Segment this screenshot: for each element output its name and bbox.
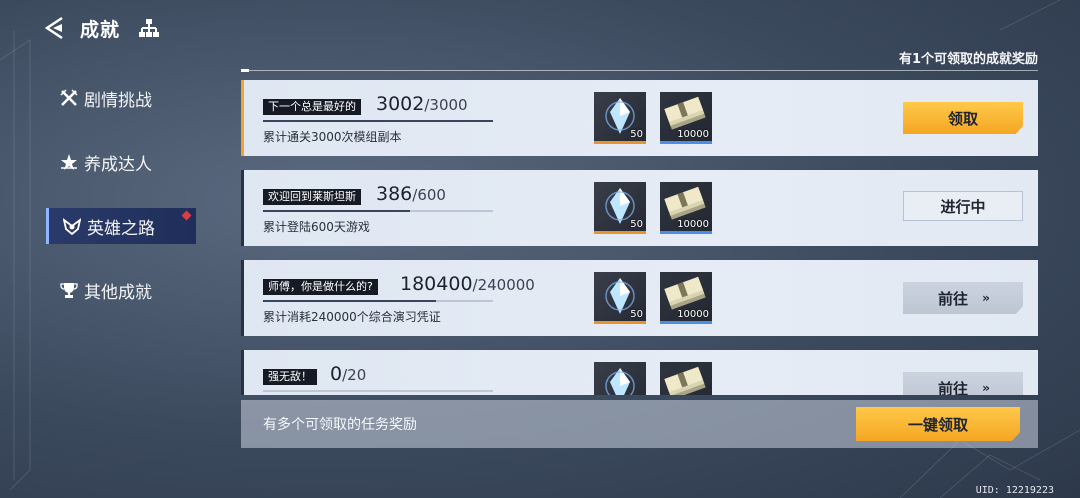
reward-count: 50 xyxy=(630,129,643,140)
achievement-title: 师傅，你是做什么的? xyxy=(263,279,378,295)
trophy-icon xyxy=(60,281,78,299)
achievement-progress: 180400/240000 xyxy=(400,273,535,295)
sidebar-item-label: 英雄之路 xyxy=(87,218,155,239)
star-rank-icon xyxy=(60,153,78,171)
reward-crystal-item[interactable]: 50 xyxy=(594,272,646,324)
reward-crystal-item[interactable] xyxy=(594,362,646,395)
notification-dot xyxy=(181,210,192,221)
achievement-card: 师傅，你是做什么的? 180400/240000 累计消耗240000个综合演习… xyxy=(241,260,1038,336)
sidebar-item-label: 剧情挑战 xyxy=(84,90,152,111)
progress-total: /240000 xyxy=(472,276,535,294)
achievement-progress: 0/20 xyxy=(330,363,366,385)
achievement-progress: 386/600 xyxy=(376,183,446,205)
go-to-button[interactable]: 前往 ›› xyxy=(903,282,1023,314)
progress-bar xyxy=(263,120,493,122)
progress-bar-fill xyxy=(263,120,493,122)
back-icon[interactable] xyxy=(42,15,68,41)
achievement-title: 欢迎回到莱斯坦斯 xyxy=(263,189,361,205)
hero-emblem-icon xyxy=(63,217,81,235)
reward-currency-item[interactable]: 10000 xyxy=(660,272,712,324)
reward-currency-item[interactable] xyxy=(660,362,712,395)
achievement-title: 强无敌！ xyxy=(263,369,317,385)
reward-count: 50 xyxy=(630,219,643,230)
achievement-card: 强无敌！ 0/20 前往 ›› xyxy=(241,350,1038,395)
achievement-title: 下一个总是最好的 xyxy=(263,99,361,115)
claim-button[interactable]: 领取 xyxy=(903,102,1023,134)
progress-total: /600 xyxy=(412,186,446,204)
chevron-right-icon: ›› xyxy=(982,291,990,305)
achievement-progress: 3002/3000 xyxy=(376,93,468,115)
progress-bar-fill xyxy=(263,300,436,302)
achievement-card: 欢迎回到莱斯坦斯 386/600 累计登陆600天游戏 50 10000 进行中 xyxy=(241,170,1038,246)
progress-current: 386 xyxy=(376,183,413,205)
go-to-button[interactable]: 前往 ›› xyxy=(903,372,1023,395)
achievement-tree-icon[interactable] xyxy=(138,17,160,39)
reward-currency-item[interactable]: 10000 xyxy=(660,182,712,234)
top-bar: 成就 xyxy=(42,12,160,44)
sidebar-item-label: 其他成就 xyxy=(84,282,152,303)
progress-current: 180400 xyxy=(400,273,473,295)
achievement-description: 累计通关3000次模组副本 xyxy=(263,130,402,144)
reward-crystal-item[interactable]: 50 xyxy=(594,92,646,144)
reward-count: 10000 xyxy=(677,129,709,140)
progress-bar-fill xyxy=(263,210,411,212)
achievement-description: 累计消耗240000个综合演习凭证 xyxy=(263,310,441,324)
reward-count: 50 xyxy=(630,309,643,320)
achievement-description: 累计登陆600天游戏 xyxy=(263,220,370,234)
progress-bar xyxy=(263,390,493,392)
sidebar-item-other-achievements[interactable]: 其他成就 xyxy=(46,272,196,308)
bulk-claim-bar: 有多个可领取的任务奖励 一键领取 xyxy=(241,400,1038,448)
claimable-notice: 有1个可领取的成就奖励 xyxy=(898,52,1038,67)
progress-total: /20 xyxy=(342,366,367,384)
divider xyxy=(241,69,1038,72)
claim-all-button[interactable]: 一键领取 xyxy=(856,407,1020,441)
reward-crystal-item[interactable]: 50 xyxy=(594,182,646,234)
page-title: 成就 xyxy=(80,18,121,41)
achievement-card: 下一个总是最好的 3002/3000 累计通关3000次模组副本 50 1000… xyxy=(241,80,1038,156)
banknote-stack-icon xyxy=(664,366,706,395)
button-label: 前往 xyxy=(938,289,969,308)
bulk-claim-notice: 有多个可领取的任务奖励 xyxy=(263,417,417,433)
chevron-right-icon: ›› xyxy=(982,381,990,395)
sidebar-item-story-challenge[interactable]: 剧情挑战 xyxy=(46,80,196,116)
user-id: UID: 12219223 xyxy=(975,485,1054,496)
crystal-icon xyxy=(605,368,635,395)
progress-current: 0 xyxy=(330,363,343,385)
progress-bar xyxy=(263,300,493,302)
sidebar-item-label: 养成达人 xyxy=(84,154,152,175)
sidebar-item-cultivation-master[interactable]: 养成达人 xyxy=(46,144,196,180)
progress-bar xyxy=(263,210,493,212)
achievement-list[interactable]: 下一个总是最好的 3002/3000 累计通关3000次模组副本 50 1000… xyxy=(241,80,1038,395)
progress-current: 3002 xyxy=(376,93,425,115)
sidebar-item-hero-road[interactable]: 英雄之路 xyxy=(46,208,196,244)
in-progress-button[interactable]: 进行中 xyxy=(903,191,1023,221)
category-sidebar: 剧情挑战 养成达人 英雄之路 其他成就 xyxy=(46,80,196,336)
progress-total: /3000 xyxy=(424,96,468,114)
reward-count: 10000 xyxy=(677,219,709,230)
crossed-swords-icon xyxy=(60,89,78,107)
reward-currency-item[interactable]: 10000 xyxy=(660,92,712,144)
button-label: 前往 xyxy=(938,379,969,396)
reward-count: 10000 xyxy=(677,309,709,320)
